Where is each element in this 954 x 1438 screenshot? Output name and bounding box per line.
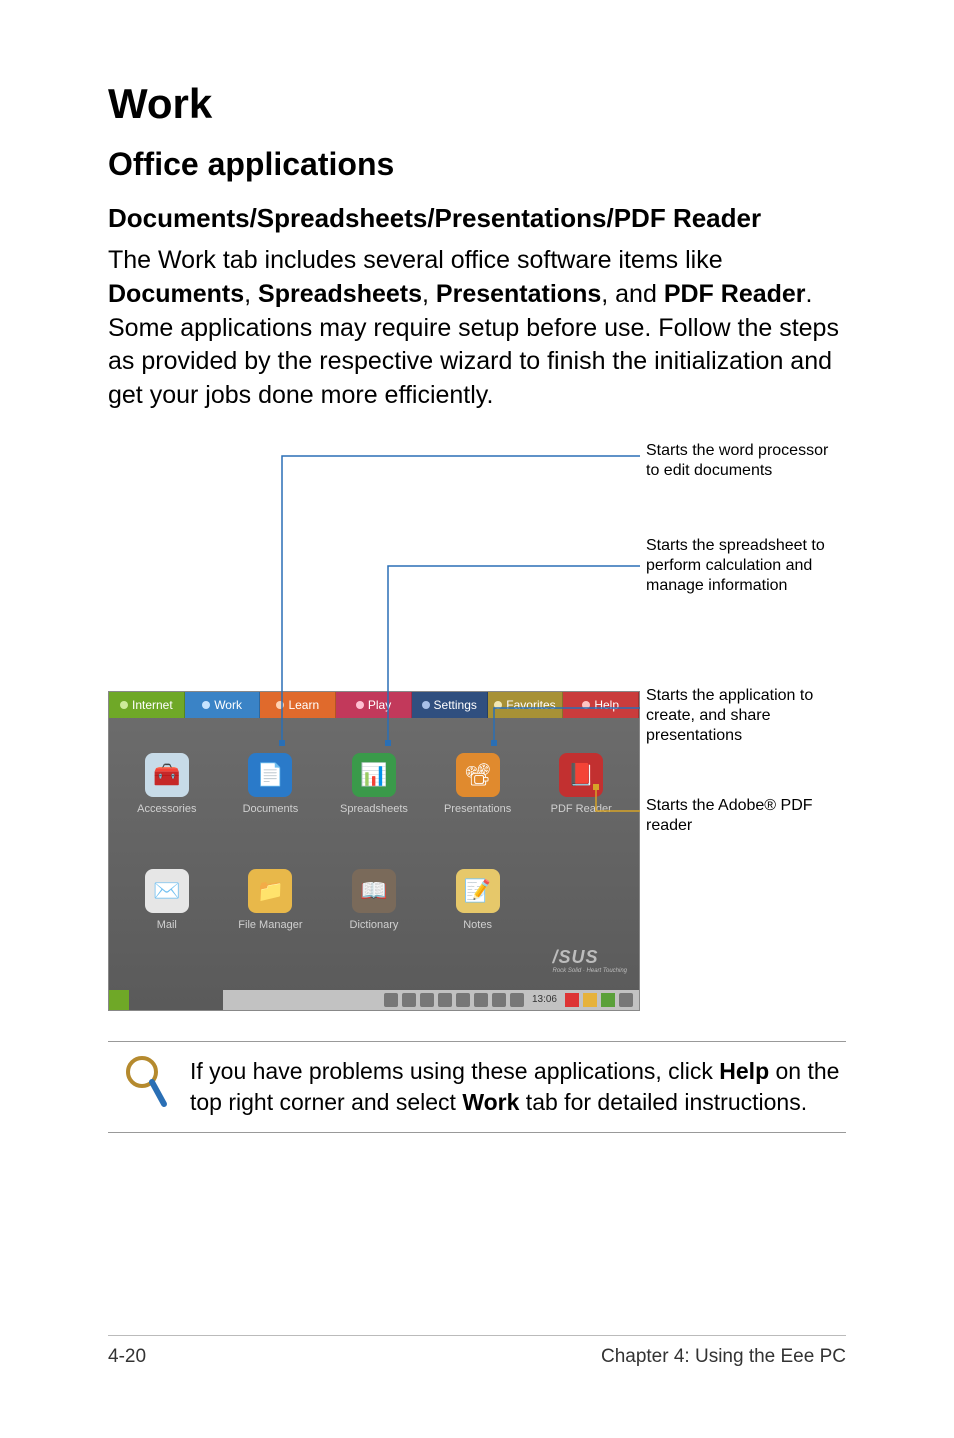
- note-text: If you have problems using these applica…: [190, 1058, 719, 1084]
- dot-icon: [276, 701, 284, 709]
- taskbar-clock: 13:06: [532, 994, 557, 1005]
- heading-work: Work: [108, 80, 846, 128]
- annotation-pdf: Starts the Adobe® PDF reader: [646, 796, 846, 836]
- bold-work: Work: [462, 1089, 519, 1115]
- tab-label: Work: [214, 698, 242, 712]
- documents-icon: 📄: [248, 753, 292, 797]
- tab-play[interactable]: Play: [336, 692, 412, 718]
- app-label: PDF Reader: [551, 803, 612, 815]
- para-text: , and: [601, 280, 664, 308]
- heading-office-applications: Office applications: [108, 146, 846, 183]
- tray-square-red[interactable]: [565, 993, 579, 1007]
- magnifier-icon: [122, 1052, 170, 1112]
- dot-icon: [120, 701, 128, 709]
- tab-label: Play: [368, 698, 391, 712]
- folder-icon: 📁: [248, 869, 292, 913]
- tab-label: Internet: [132, 698, 173, 712]
- app-empty: [529, 842, 633, 958]
- app-presentations[interactable]: 📽 Presentations: [426, 726, 530, 842]
- tab-internet[interactable]: Internet: [109, 692, 185, 718]
- mail-icon: ✉️: [145, 869, 189, 913]
- page-footer: 4-20 Chapter 4: Using the Eee PC: [108, 1335, 846, 1368]
- logo-text: /SUS: [553, 947, 599, 967]
- app-spreadsheets[interactable]: 📊 Spreadsheets: [322, 726, 426, 842]
- tip-note: If you have problems using these applica…: [108, 1041, 846, 1133]
- app-label: Spreadsheets: [340, 803, 408, 815]
- dictionary-icon: 📖: [352, 869, 396, 913]
- para-text: The Work tab includes several office sof…: [108, 246, 723, 274]
- dot-icon: [582, 701, 590, 709]
- tab-learn[interactable]: Learn: [260, 692, 336, 718]
- tray-square-yellow[interactable]: [583, 993, 597, 1007]
- app-label: Dictionary: [350, 919, 399, 931]
- spreadsheets-icon: 📊: [352, 753, 396, 797]
- asus-logo: /SUS Rock Solid · Heart Touching: [553, 947, 627, 974]
- annotation-documents: Starts the word processor to edit docume…: [646, 441, 846, 481]
- app-pdf-reader[interactable]: 📕 PDF Reader: [529, 726, 633, 842]
- tray-square-green[interactable]: [601, 993, 615, 1007]
- annotation-presentations: Starts the application to create, and sh…: [646, 686, 846, 746]
- app-grid: 🧰 Accessories 📄 Documents 📊 Spreadsheets 📽 P…: [109, 718, 639, 966]
- app-notes[interactable]: 📝 Notes: [426, 842, 530, 958]
- accessories-icon: 🧰: [145, 753, 189, 797]
- para-text: ,: [244, 280, 258, 308]
- start-corner[interactable]: [109, 990, 129, 1010]
- tab-label: Help: [594, 698, 619, 712]
- tab-help[interactable]: Help: [563, 692, 639, 718]
- dot-icon: [202, 701, 210, 709]
- tab-work[interactable]: Work: [185, 692, 261, 718]
- bold-pdf-reader: PDF Reader: [664, 280, 806, 308]
- logo-tagline: Rock Solid · Heart Touching: [553, 968, 627, 974]
- app-label: Mail: [157, 919, 177, 931]
- tray-icon[interactable]: [420, 993, 434, 1007]
- app-label: Presentations: [444, 803, 511, 815]
- dot-icon: [356, 701, 364, 709]
- app-dictionary[interactable]: 📖 Dictionary: [322, 842, 426, 958]
- page-number: 4-20: [108, 1346, 146, 1368]
- bold-presentations: Presentations: [436, 280, 601, 308]
- tab-label: Favorites: [506, 698, 555, 712]
- app-documents[interactable]: 📄 Documents: [219, 726, 323, 842]
- app-mail[interactable]: ✉️ Mail: [115, 842, 219, 958]
- app-accessories[interactable]: 🧰 Accessories: [115, 726, 219, 842]
- bold-documents: Documents: [108, 280, 244, 308]
- note-text: tab for detailed instructions.: [519, 1089, 807, 1115]
- dot-icon: [422, 701, 430, 709]
- tray-icon[interactable]: [474, 993, 488, 1007]
- tab-settings[interactable]: Settings: [412, 692, 488, 718]
- para-text: ,: [422, 280, 436, 308]
- tray-icon[interactable]: [438, 993, 452, 1007]
- pdf-icon: 📕: [559, 753, 603, 797]
- bold-spreadsheets: Spreadsheets: [258, 280, 422, 308]
- heading-doc-sheet-presentation-pdf: Documents/Spreadsheets/Presentations/PDF…: [108, 203, 846, 234]
- bold-help: Help: [719, 1058, 769, 1084]
- taskbar: 13:06: [223, 990, 639, 1010]
- tray-icon[interactable]: [510, 993, 524, 1007]
- tab-label: Learn: [288, 698, 319, 712]
- app-label: Documents: [243, 803, 299, 815]
- notes-icon: 📝: [456, 869, 500, 913]
- annotation-spreadsheets: Starts the spreadsheet to perform calcul…: [646, 536, 846, 596]
- tab-label: Settings: [434, 698, 477, 712]
- figure-work-tab: Internet Work Learn Play Settings Favori…: [108, 441, 846, 1011]
- tray-icon[interactable]: [384, 993, 398, 1007]
- dot-icon: [494, 701, 502, 709]
- screenshot-work-desktop: Internet Work Learn Play Settings Favori…: [108, 691, 640, 1011]
- tab-favorites[interactable]: Favorites: [488, 692, 564, 718]
- app-label: Accessories: [137, 803, 196, 815]
- tray-icon[interactable]: [492, 993, 506, 1007]
- tray-icon[interactable]: [402, 993, 416, 1007]
- intro-paragraph: The Work tab includes several office sof…: [108, 244, 846, 413]
- tray-icon[interactable]: [619, 993, 633, 1007]
- app-label: File Manager: [238, 919, 302, 931]
- app-label: Notes: [463, 919, 492, 931]
- tray-icon[interactable]: [456, 993, 470, 1007]
- app-file-manager[interactable]: 📁 File Manager: [219, 842, 323, 958]
- chapter-title: Chapter 4: Using the Eee PC: [601, 1346, 846, 1368]
- presentations-icon: 📽: [456, 753, 500, 797]
- tab-bar: Internet Work Learn Play Settings Favori…: [109, 692, 639, 718]
